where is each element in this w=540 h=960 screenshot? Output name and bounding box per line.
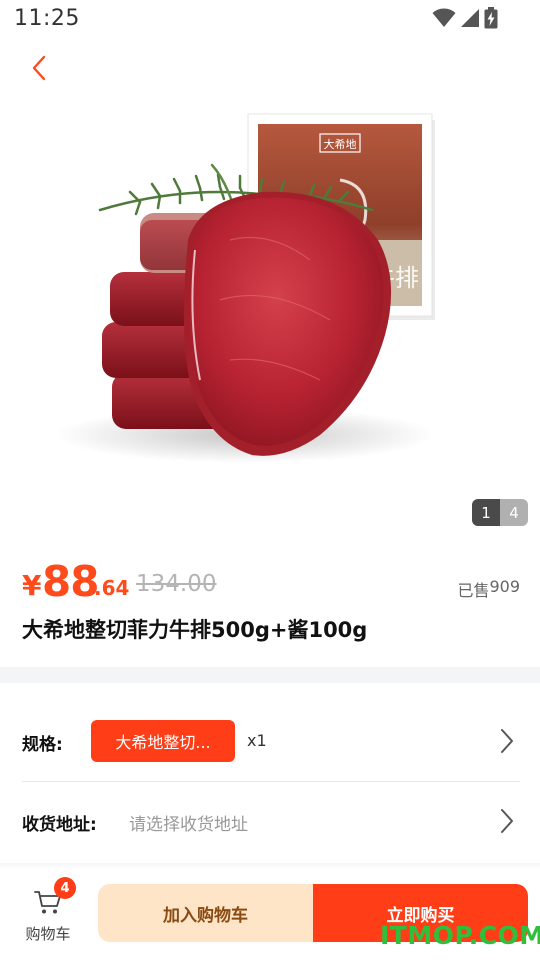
current-page: 1 bbox=[472, 499, 500, 526]
cart-button[interactable]: 4 购物车 bbox=[14, 877, 82, 944]
chevron-right-icon[interactable] bbox=[500, 808, 514, 834]
total-pages: 4 bbox=[500, 499, 528, 526]
price-row: ¥ 88 .64 134.00 已售 909 bbox=[22, 557, 520, 607]
spec-quantity: x1 bbox=[247, 731, 267, 750]
product-title: 大希地整切菲力牛排500g+酱100g bbox=[22, 618, 368, 642]
sold-number: 909 bbox=[489, 577, 520, 596]
price-decimal: .64 bbox=[94, 576, 130, 600]
sold-label: 已售 bbox=[457, 581, 490, 600]
signal-icon bbox=[461, 9, 479, 27]
spec-label: 规格: bbox=[22, 735, 63, 755]
status-icons bbox=[432, 7, 498, 29]
chevron-left-icon bbox=[32, 55, 46, 81]
image-page-indicator: 1 4 bbox=[472, 499, 528, 526]
wifi-icon bbox=[432, 8, 456, 27]
cart-label: 购物车 bbox=[25, 925, 71, 943]
address-label: 收货地址: bbox=[22, 815, 97, 835]
spec-option-selected[interactable]: 大希地整切... bbox=[91, 720, 235, 762]
product-photo: 大希地 牛排 bbox=[55, 113, 435, 463]
product-image[interactable]: 大希地 牛排 bbox=[0, 90, 540, 530]
status-bar: 11:25 bbox=[0, 0, 540, 38]
section-divider bbox=[0, 667, 540, 683]
price-currency: ¥ bbox=[22, 569, 42, 602]
sold-count: 已售 909 bbox=[457, 577, 520, 601]
address-placeholder: 请选择收货地址 bbox=[129, 815, 248, 835]
watermark: ITMOP.COM bbox=[380, 921, 540, 950]
row-divider bbox=[22, 781, 520, 782]
add-to-cart-button[interactable]: 加入购物车 bbox=[98, 884, 313, 942]
price-integer: 88 bbox=[42, 557, 99, 606]
back-button[interactable] bbox=[22, 50, 58, 86]
chevron-right-icon[interactable] bbox=[500, 728, 514, 754]
battery-charging-icon bbox=[484, 7, 498, 29]
box-brand: 大希地 bbox=[324, 137, 357, 151]
spec-row[interactable]: 规格: 大希地整切... x1 bbox=[22, 716, 520, 766]
address-row[interactable]: 收货地址: 请选择收货地址 bbox=[22, 796, 520, 846]
original-price: 134.00 bbox=[136, 571, 217, 597]
status-time: 11:25 bbox=[14, 6, 80, 31]
cart-count-badge: 4 bbox=[54, 877, 76, 899]
